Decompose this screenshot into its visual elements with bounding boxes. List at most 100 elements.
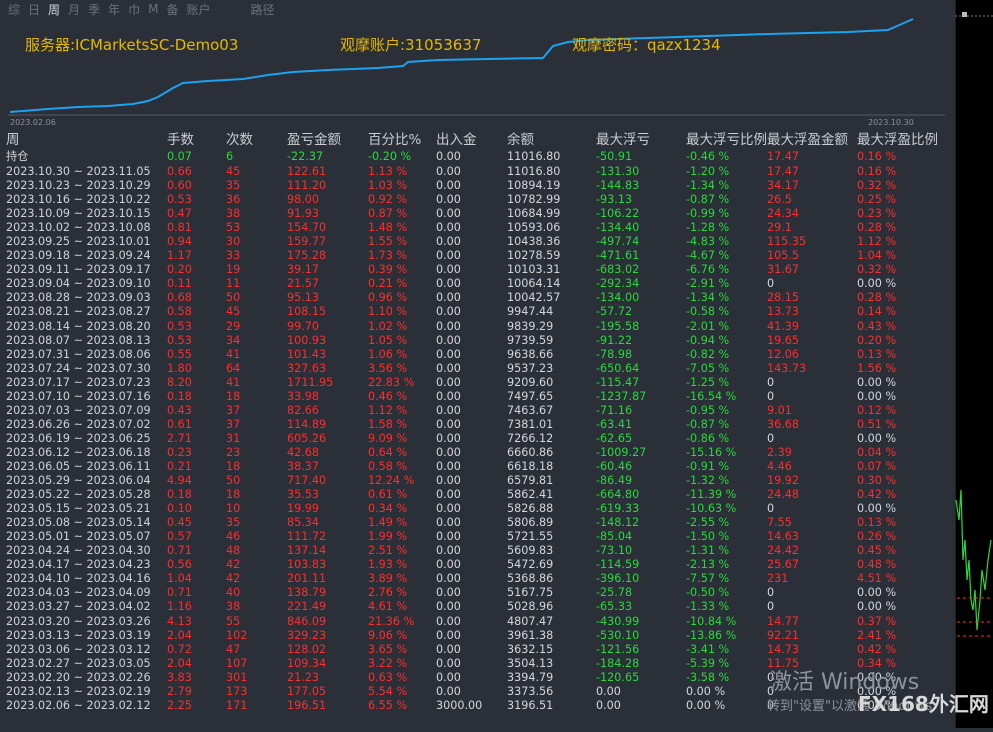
table-cell: 18: [226, 488, 241, 502]
table-row[interactable]: 2023.04.03 ~ 2023.04.09 0.71 40 138.79 2.76 …: [0, 586, 955, 600]
table-row[interactable]: 2023.04.24 ~ 2023.04.30 0.71 48 137.14 2.51 …: [0, 544, 955, 558]
table-cell: 154.70: [287, 221, 327, 235]
table-cell: 0.13 %: [857, 347, 897, 361]
table-cell: 1.55 %: [368, 235, 408, 249]
table-cell: 115.35: [767, 235, 807, 249]
tab-3[interactable]: 月: [68, 1, 80, 18]
table-cell: 2.51 %: [368, 544, 408, 558]
table-row[interactable]: 2023.09.18 ~ 2023.09.24 1.17 33 175.28 1.73 …: [0, 249, 955, 263]
tab-8[interactable]: 备: [166, 1, 178, 18]
table-cell: 2023.06.05 ~ 2023.06.11: [6, 459, 151, 473]
table-cell: 11: [226, 277, 241, 291]
table-cell: 99.70: [287, 319, 320, 333]
table-cell: 29.1: [767, 221, 792, 235]
server-info: 服务器:ICMarketsSC-Demo03: [25, 36, 239, 54]
hold-cell: -0.46 %: [686, 150, 730, 163]
table-row[interactable]: 2023.06.19 ~ 2023.06.25 2.71 31 605.26 9.09 …: [0, 432, 955, 446]
table-cell: -1.32 %: [686, 474, 730, 488]
equity-chart: [8, 18, 945, 118]
table-cell: 0.63 %: [368, 670, 408, 684]
tab-10[interactable]: 路径: [251, 1, 275, 18]
table-cell: 85.34: [287, 516, 320, 530]
table-row[interactable]: 2023.08.07 ~ 2023.08.13 0.53 34 100.93 1.05 …: [0, 334, 955, 348]
table-cell: -184.28: [596, 656, 640, 670]
table-row[interactable]: 2023.04.10 ~ 2023.04.16 1.04 42 201.11 3.89 …: [0, 572, 955, 586]
table-cell: 0.00 %: [857, 600, 897, 614]
horizontal-scrollbar[interactable]: [0, 712, 955, 728]
table-row[interactable]: 2023.10.16 ~ 2023.10.22 0.53 36 98.00 0.92 %…: [0, 193, 955, 207]
table-cell: -0.99 %: [686, 207, 730, 221]
table-row[interactable]: 2023.05.08 ~ 2023.05.14 0.45 35 85.34 1.49 %…: [0, 516, 955, 530]
table-row[interactable]: 2023.09.25 ~ 2023.10.01 0.94 30 159.77 1.55 …: [0, 235, 955, 249]
table-row[interactable]: 2023.07.03 ~ 2023.07.09 0.43 37 82.66 1.12 %…: [0, 404, 955, 418]
tab-7[interactable]: M: [148, 2, 158, 16]
table-row[interactable]: 2023.03.06 ~ 2023.03.12 0.72 47 128.02 3.65 …: [0, 643, 955, 657]
table-cell: 0.00: [436, 544, 461, 558]
table-row[interactable]: 2023.08.14 ~ 2023.08.20 0.53 29 99.70 1.02 %…: [0, 320, 955, 334]
column-header: 最大浮盈金额: [767, 132, 848, 148]
table-cell: 5862.41: [507, 488, 554, 502]
table-cell: 329.23: [287, 628, 327, 642]
table-cell: 111.20: [287, 179, 327, 193]
tab-0[interactable]: 综: [8, 1, 20, 18]
table-cell: 2023.07.10 ~ 2023.07.16: [6, 389, 151, 403]
table-row[interactable]: 2023.05.22 ~ 2023.05.28 0.18 18 35.53 0.61 %…: [0, 488, 955, 502]
table-cell: 10684.99: [507, 207, 561, 221]
table-row[interactable]: 2023.06.26 ~ 2023.07.02 0.61 37 114.89 1.58 …: [0, 418, 955, 432]
table-cell: 5472.69: [507, 558, 554, 572]
table-cell: 0.00 %: [857, 502, 897, 516]
table-cell: 2023.10.16 ~ 2023.10.22: [6, 193, 151, 207]
table-cell: 0.60: [167, 179, 192, 193]
table-row[interactable]: 2023.05.01 ~ 2023.05.07 0.57 46 111.72 1.99 …: [0, 530, 955, 544]
table-cell: 24.48: [767, 488, 800, 502]
table-row[interactable]: 2023.08.21 ~ 2023.08.27 0.58 45 108.15 1.10 …: [0, 305, 955, 319]
table-cell: -11.39 %: [686, 488, 737, 502]
table-cell: 0.28 %: [857, 291, 897, 305]
table-cell: -3.58 %: [686, 670, 730, 684]
table-cell: 2023.08.14 ~ 2023.08.20: [6, 319, 151, 333]
table-cell: 11016.80: [507, 165, 561, 178]
table-cell: 0.45: [167, 516, 192, 530]
tab-1[interactable]: 日: [28, 1, 40, 18]
table-cell: 0.00 %: [857, 389, 897, 403]
table-row[interactable]: 2023.05.15 ~ 2023.05.21 0.10 10 19.99 0.34 %…: [0, 502, 955, 516]
table-cell: 22.83 %: [368, 375, 415, 389]
table-cell: 0.00: [436, 586, 461, 600]
table-row[interactable]: 2023.09.04 ~ 2023.09.10 0.11 11 21.57 0.21 %…: [0, 277, 955, 291]
table-cell: 0.00: [436, 291, 461, 305]
table-row[interactable]: 2023.06.12 ~ 2023.06.18 0.23 23 42.68 0.64 %…: [0, 446, 955, 460]
table-cell: 36.68: [767, 417, 800, 431]
table-row[interactable]: 2023.10.30 ~ 2023.11.05 0.66 45 122.61 1.13 …: [0, 165, 955, 179]
table-row[interactable]: 2023.09.11 ~ 2023.09.17 0.20 19 39.17 0.39 %…: [0, 263, 955, 277]
table-cell: 38.37: [287, 459, 320, 473]
table-row[interactable]: 2023.07.24 ~ 2023.07.30 1.80 64 327.63 3.56 …: [0, 362, 955, 376]
table-row[interactable]: 2023.05.29 ~ 2023.06.04 4.94 50 717.40 12.24…: [0, 474, 955, 488]
table-row[interactable]: 2023.03.27 ~ 2023.04.02 1.16 38 221.49 4.61 …: [0, 600, 955, 614]
table-cell: 9.01: [767, 403, 792, 417]
tab-5[interactable]: 年: [108, 1, 120, 18]
table-row[interactable]: 2023.07.17 ~ 2023.07.23 8.20 41 1711.95 22.8…: [0, 376, 955, 390]
table-row[interactable]: 2023.07.10 ~ 2023.07.16 0.18 18 33.98 0.46 %…: [0, 390, 955, 404]
table-row[interactable]: 2023.04.17 ~ 2023.04.23 0.56 42 103.83 1.93 …: [0, 558, 955, 572]
table-cell: 0.64 %: [368, 445, 408, 459]
table-row[interactable]: 2023.10.23 ~ 2023.10.29 0.60 35 111.20 1.03 …: [0, 179, 955, 193]
table-cell: 4.46: [767, 459, 792, 473]
tab-9[interactable]: 账户: [186, 1, 210, 18]
tab-4[interactable]: 季: [88, 1, 100, 18]
tab-6[interactable]: 巾: [128, 1, 140, 18]
table-row[interactable]: 2023.03.20 ~ 2023.03.26 4.13 55 846.09 21.36…: [0, 615, 955, 629]
table-row[interactable]: 2023.10.02 ~ 2023.10.08 0.81 53 154.70 1.48 …: [0, 221, 955, 235]
tab-2[interactable]: 周: [48, 1, 60, 18]
table-cell: -2.01 %: [686, 319, 730, 333]
table-cell: 159.77: [287, 235, 327, 249]
table-cell: 846.09: [287, 614, 327, 628]
table-row[interactable]: 2023.08.28 ~ 2023.09.03 0.68 50 95.13 0.96 %…: [0, 291, 955, 305]
table-row[interactable]: 2023.06.05 ~ 2023.06.11 0.21 18 38.37 0.58 %…: [0, 460, 955, 474]
table-row[interactable]: 2023.07.31 ~ 2023.08.06 0.55 41 101.43 1.06 …: [0, 348, 955, 362]
table-cell: -0.82 %: [686, 347, 730, 361]
table-row[interactable]: 2023.10.09 ~ 2023.10.15 0.47 38 91.93 0.87 %…: [0, 207, 955, 221]
table-cell: -1009.27: [596, 445, 647, 459]
table-row[interactable]: 2023.03.13 ~ 2023.03.19 2.04 102 329.23 9.06…: [0, 629, 955, 643]
table-cell: 1.99 %: [368, 530, 408, 544]
table-cell: 82.66: [287, 403, 320, 417]
